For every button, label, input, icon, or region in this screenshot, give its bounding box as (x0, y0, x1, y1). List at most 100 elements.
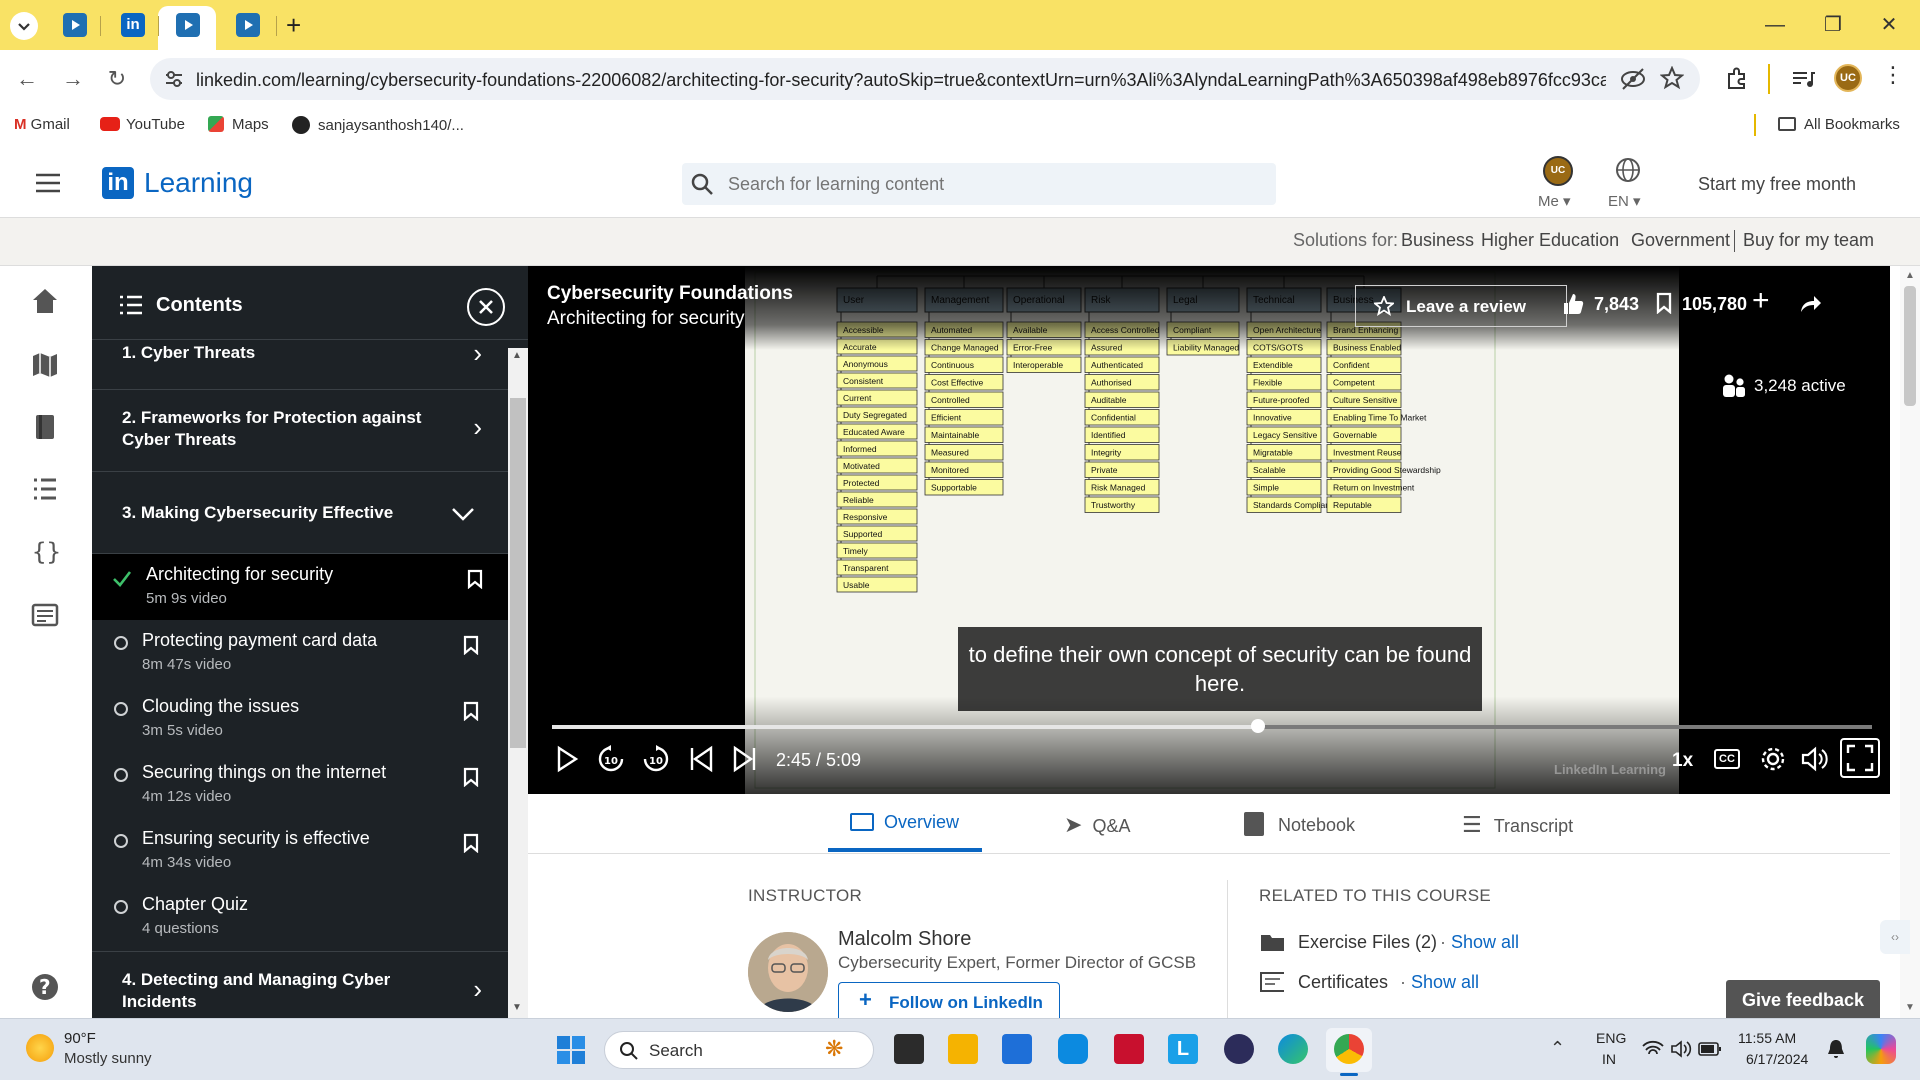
eye-slash-icon[interactable] (1620, 67, 1646, 91)
solutions-business-link[interactable]: Business (1401, 230, 1474, 251)
browser-tab-4[interactable] (236, 13, 260, 37)
restore-button[interactable]: ❐ (1820, 12, 1846, 38)
back-button[interactable]: ← (14, 66, 40, 92)
scroll-up-arrow[interactable]: ▲ (512, 350, 522, 361)
show-hidden-icons-chevron[interactable]: ⌃ (1550, 1038, 1565, 1059)
give-feedback-button[interactable]: Give feedback (1726, 980, 1880, 1020)
solutions-higher-education-link[interactable]: Higher Education (1481, 230, 1619, 251)
tab-notebook[interactable]: Notebook (1244, 812, 1355, 836)
microsoft-store-icon[interactable] (1002, 1034, 1032, 1064)
tab-overview[interactable]: Overview (850, 812, 959, 833)
learning-logo-text[interactable]: Learning (144, 167, 253, 199)
browser-tab-1[interactable] (63, 13, 87, 37)
chrome-icon[interactable] (1334, 1034, 1364, 1064)
edge-browser-icon[interactable] (1278, 1034, 1308, 1064)
close-contents-button[interactable] (467, 288, 505, 326)
site-settings-icon[interactable] (162, 67, 186, 91)
paths-map-icon[interactable] (30, 350, 60, 380)
playback-speed-button[interactable]: 1x (1672, 750, 1693, 772)
me-avatar[interactable]: UC (1543, 156, 1573, 186)
bookmark-gmail[interactable]: M Gmail (14, 116, 70, 133)
section-2[interactable]: 2. Frameworks for Protection against Cyb… (92, 390, 508, 472)
leave-review-button[interactable]: Leave a review (1355, 285, 1567, 327)
add-to-collection-button[interactable]: + (1752, 284, 1770, 318)
bookmark-maps[interactable]: Maps (208, 116, 269, 133)
bookmark-icon[interactable] (462, 767, 480, 787)
scroll-down-arrow[interactable]: ▼ (1905, 1002, 1915, 1013)
url-text[interactable]: linkedin.com/learning/cybersecurity-foun… (196, 70, 1606, 91)
library-book-icon[interactable] (30, 412, 60, 442)
follow-on-linkedin-button[interactable]: + Follow on LinkedIn (838, 982, 1060, 1018)
bookmark-youtube[interactable]: YouTube (100, 116, 185, 133)
course-title[interactable]: Cybersecurity Foundations (547, 283, 793, 305)
all-bookmarks-button[interactable]: All Bookmarks (1778, 116, 1900, 133)
extensions-icon[interactable] (1724, 66, 1750, 92)
list-icon[interactable] (30, 474, 60, 504)
certificates-show-all-link[interactable]: Show all (1411, 972, 1479, 993)
reload-button[interactable]: ↻ (104, 66, 130, 92)
weather-temp[interactable]: 90°F (64, 1030, 96, 1047)
speaker-icon[interactable] (1670, 1040, 1692, 1058)
settings-gear-icon[interactable] (1758, 744, 1788, 774)
buy-for-team-link[interactable]: Buy for my team (1743, 230, 1874, 251)
task-view-icon[interactable] (894, 1034, 924, 1064)
content-item-quiz[interactable]: Chapter Quiz 4 questions (92, 884, 508, 952)
section-3[interactable]: 3. Making Cybersecurity Effective (92, 472, 508, 554)
language-menu[interactable]: EN ▾ (1608, 192, 1641, 210)
contents-scrollbar[interactable]: ▲ ▼ (508, 348, 528, 1018)
exercise-files-show-all-link[interactable]: Show all (1451, 932, 1519, 953)
linkedin-logo-icon[interactable]: in (102, 167, 134, 199)
content-item[interactable]: Securing things on the internet 4m 12s v… (92, 752, 508, 818)
eclipse-icon[interactable] (1224, 1034, 1254, 1064)
battery-icon[interactable] (1698, 1041, 1722, 1057)
globe-icon[interactable] (1614, 156, 1642, 184)
section-1[interactable]: 1. Cyber Threats › (92, 338, 508, 390)
share-icon[interactable] (1798, 294, 1822, 314)
closed-captions-button[interactable]: CC (1714, 749, 1740, 769)
bookmark-github[interactable]: sanjaysanthosh140/... (292, 116, 464, 134)
mcafee-icon[interactable] (1114, 1034, 1144, 1064)
rewind-10-icon[interactable]: 10 (596, 744, 626, 774)
tab-qa[interactable]: ➤ Q&A (1064, 812, 1130, 838)
me-menu[interactable]: Me ▾ (1538, 192, 1571, 210)
browser-tab-3[interactable] (176, 13, 200, 37)
media-control-icon[interactable] (1790, 66, 1816, 92)
page-scrollbar[interactable]: ▲ ▼ (1900, 266, 1920, 1018)
like-thumb-icon[interactable] (1562, 292, 1584, 316)
notes-icon[interactable] (30, 600, 60, 630)
bookmark-saves-icon[interactable] (1656, 292, 1672, 314)
input-lang-top[interactable]: ENG (1596, 1030, 1626, 1046)
windows-start-icon[interactable] (556, 1035, 586, 1065)
close-window-button[interactable]: ✕ (1876, 12, 1902, 38)
forward-button[interactable]: → (60, 66, 86, 92)
fullscreen-button[interactable] (1840, 738, 1880, 778)
help-icon[interactable]: ? (30, 972, 60, 1002)
code-braces-icon[interactable]: {} (30, 536, 60, 566)
bookmark-icon[interactable] (462, 833, 480, 853)
section-4[interactable]: 4. Detecting and Managing Cyber Incident… (92, 952, 508, 1018)
notification-bell-icon[interactable] (1826, 1038, 1846, 1060)
instructor-avatar[interactable] (748, 932, 828, 1012)
scroll-down-arrow[interactable]: ▼ (512, 1002, 522, 1013)
minimize-button[interactable]: — (1762, 12, 1788, 38)
video-player[interactable]: UserAccessibleAccurateAnonymousConsisten… (528, 266, 1890, 794)
tab-list-dropdown-button[interactable] (10, 12, 38, 40)
star-bookmark-icon[interactable] (1660, 66, 1684, 90)
tab-transcript[interactable]: ☰ Transcript (1462, 812, 1573, 838)
instructor-name[interactable]: Malcolm Shore (838, 928, 971, 951)
page-scrollbar-thumb[interactable] (1904, 286, 1916, 406)
forward-10-icon[interactable]: 10 (641, 744, 671, 774)
sun-weather-icon[interactable] (26, 1034, 54, 1062)
solutions-government-link[interactable]: Government (1631, 230, 1730, 251)
progress-bar[interactable] (552, 725, 1872, 729)
home-icon[interactable] (30, 286, 60, 316)
file-explorer-icon[interactable] (948, 1034, 978, 1064)
bookmark-icon[interactable] (462, 635, 480, 655)
l-app-icon[interactable]: L (1168, 1034, 1198, 1064)
content-item[interactable]: Clouding the issues 3m 5s video (92, 686, 508, 752)
search-input[interactable] (728, 163, 1268, 205)
content-item-current[interactable]: Architecting for security 5m 9s video (92, 554, 508, 620)
start-free-month-link[interactable]: Start my free month (1698, 174, 1856, 195)
taskbar-search[interactable]: Search ❋ (604, 1031, 874, 1069)
new-tab-button[interactable]: + (286, 10, 301, 41)
